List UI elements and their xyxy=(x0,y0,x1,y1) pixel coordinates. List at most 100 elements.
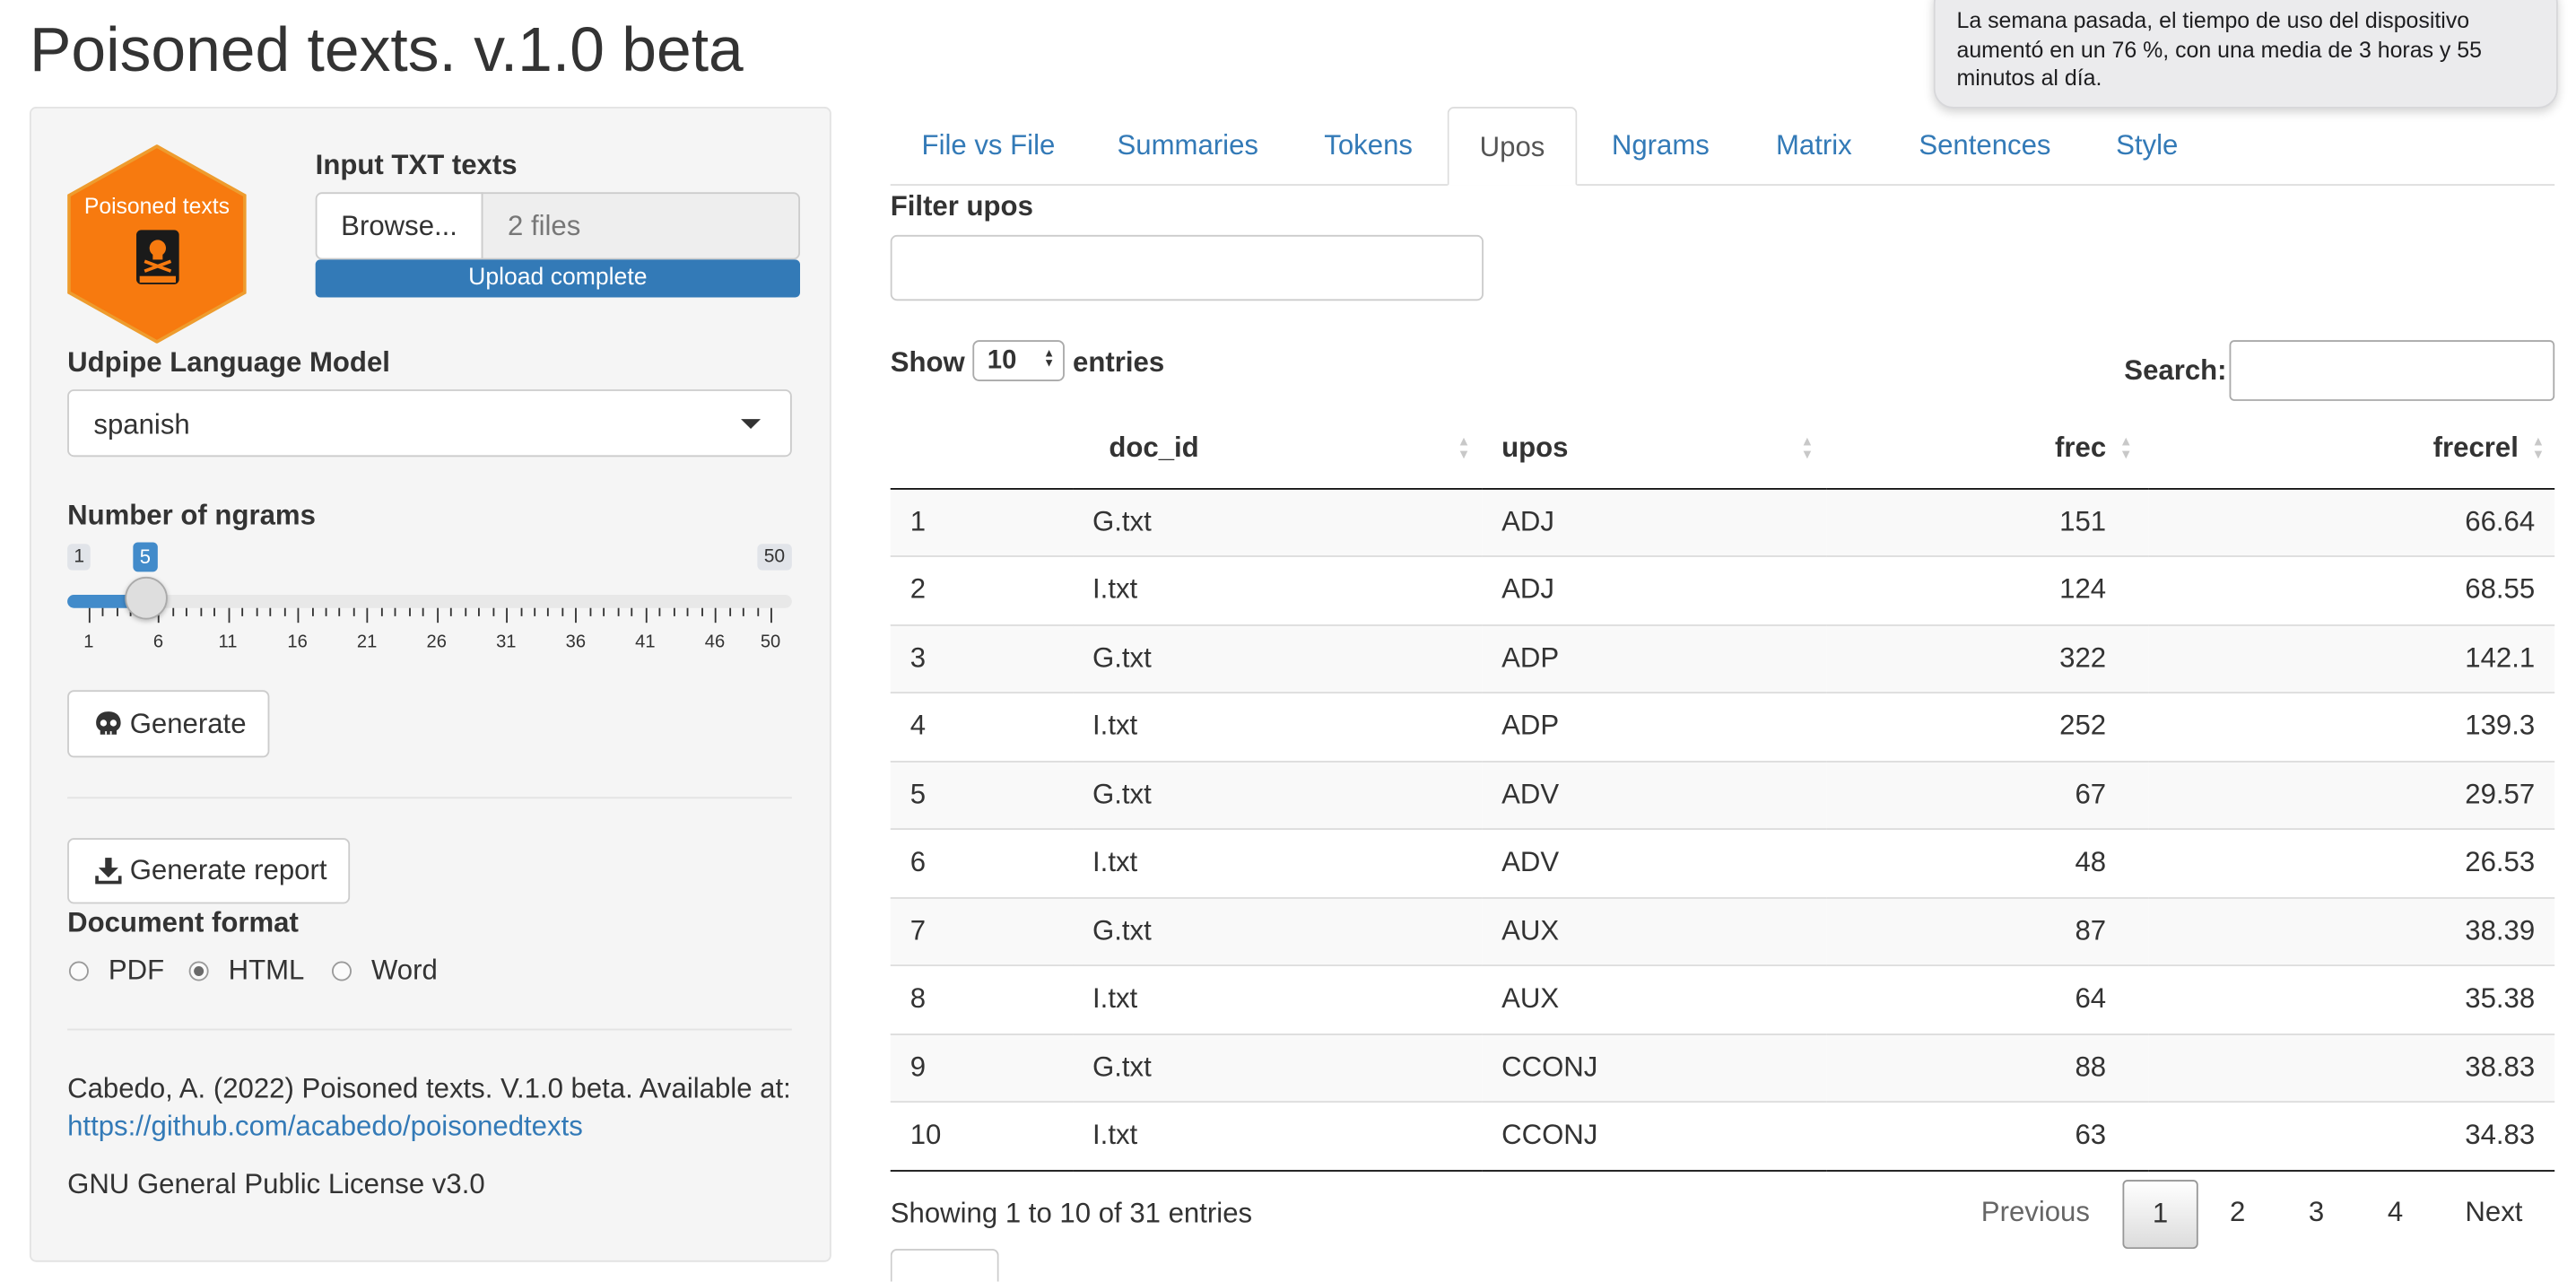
table-cell: 88 xyxy=(1826,1033,2149,1103)
sort-icon: ▲ ▼ xyxy=(2119,433,2133,462)
tab-ngrams[interactable]: Ngrams xyxy=(1612,107,1710,186)
slider-major-tick xyxy=(770,607,772,624)
table-header-row: doc_id ▲ ▼ upos ▲ ▼ frec ▲ ▼ frecrel ▲ ▼ xyxy=(890,410,2555,489)
skull-icon xyxy=(96,711,121,734)
ngram-slider-label: Number of ngrams xyxy=(67,499,316,531)
col-header-frec-label: frec xyxy=(2055,432,2107,464)
slider-minor-tick xyxy=(519,607,522,616)
slider-minor-tick xyxy=(213,607,216,616)
slider-minor-tick xyxy=(534,607,536,616)
slider-handle[interactable] xyxy=(125,576,168,620)
slider-minor-tick xyxy=(658,607,661,616)
format-radio-html[interactable] xyxy=(188,961,209,981)
slider-max-label: 50 xyxy=(757,544,792,571)
table-row[interactable]: 4 I.txt ADP 252 139.3 xyxy=(890,692,2555,762)
table-info: Showing 1 to 10 of 31 entries xyxy=(890,1198,1253,1230)
table-row[interactable]: 9 G.txt CCONJ 88 38.83 xyxy=(890,1033,2555,1103)
slider-track[interactable] xyxy=(67,595,792,608)
table-row[interactable]: 2 I.txt ADJ 124 68.55 xyxy=(890,555,2555,625)
entries-length-select[interactable]: 10 ▲ ▼ xyxy=(972,340,1065,381)
table-row[interactable]: 8 I.txt AUX 64 35.38 xyxy=(890,964,2555,1034)
pagination-page-2[interactable]: 2 xyxy=(2208,1180,2267,1249)
table-cell: I.txt xyxy=(1073,828,1483,898)
download-button-partial[interactable] xyxy=(890,1249,999,1282)
table-cell: 34.83 xyxy=(2148,1101,2555,1172)
format-radio-pdf[interactable] xyxy=(68,961,89,981)
table-cell: 151 xyxy=(1826,487,2149,557)
slider-tick-label: 46 xyxy=(704,632,726,653)
generate-report-label: Generate report xyxy=(129,854,327,886)
language-model-select[interactable]: spanish xyxy=(67,389,792,458)
github-link[interactable]: https://github.com/acabedo/poisonedtexts xyxy=(67,1111,583,1144)
slider-minor-tick xyxy=(742,607,744,616)
table-cell: 322 xyxy=(1826,624,2149,693)
format-option-word: Word xyxy=(370,955,438,986)
tab-sentences[interactable]: Sentences xyxy=(1919,107,2050,186)
table-row[interactable]: 6 I.txt ADV 48 26.53 xyxy=(890,828,2555,898)
slider-major-tick xyxy=(575,607,578,624)
tab-style[interactable]: Style xyxy=(2116,107,2178,186)
table-cell: 142.1 xyxy=(2148,624,2555,693)
col-header-doc-id[interactable]: doc_id ▲ ▼ xyxy=(1073,410,1483,489)
tab-tokens[interactable]: Tokens xyxy=(1324,107,1413,186)
file-name-field[interactable]: 2 files xyxy=(481,192,801,260)
notification-banner[interactable]: La semana pasada, el tiempo de uso del d… xyxy=(1933,0,2558,109)
table-row[interactable]: 1 G.txt ADJ 151 66.64 xyxy=(890,487,2555,557)
entries-length-value: 10 xyxy=(987,346,1017,375)
table-cell: 68.55 xyxy=(2148,555,2555,625)
table-cell: 2 xyxy=(890,555,1074,625)
pagination-previous[interactable]: Previous xyxy=(1965,1180,2107,1249)
tab-matrix[interactable]: Matrix xyxy=(1776,107,1852,186)
table-cell: AUX xyxy=(1482,964,1827,1034)
table-row[interactable]: 7 G.txt AUX 87 38.39 xyxy=(890,896,2555,966)
filter-upos-input[interactable] xyxy=(890,234,1484,301)
page-title: Poisoned texts. v.1.0 beta xyxy=(29,16,744,86)
generate-button[interactable]: Generate xyxy=(67,690,270,758)
table-row[interactable]: 5 G.txt ADV 67 29.57 xyxy=(890,760,2555,830)
divider xyxy=(67,797,792,799)
table-cell: G.txt xyxy=(1073,624,1483,693)
table-row[interactable]: 10 I.txt CCONJ 63 34.83 xyxy=(890,1101,2555,1172)
browse-button[interactable]: Browse... xyxy=(315,192,483,260)
divider xyxy=(67,1028,792,1031)
slider-major-tick xyxy=(645,607,648,624)
slider-minor-tick xyxy=(311,607,313,616)
slider-minor-tick xyxy=(380,607,383,616)
table-cell: 48 xyxy=(1826,828,2149,898)
slider-minor-tick xyxy=(241,607,244,616)
col-header-frec[interactable]: frec ▲ ▼ xyxy=(1826,410,2149,489)
slider-minor-tick xyxy=(269,607,272,616)
pagination-page-1[interactable]: 1 xyxy=(2122,1180,2198,1250)
generate-report-button[interactable]: Generate report xyxy=(67,838,351,904)
slider-minor-tick xyxy=(701,607,703,616)
pagination-next[interactable]: Next xyxy=(2448,1180,2540,1249)
table-search-input[interactable] xyxy=(2229,340,2555,401)
table-cell: 29.57 xyxy=(2148,760,2555,830)
slider-major-tick xyxy=(228,607,230,624)
col-header-frecrel[interactable]: frecrel ▲ ▼ xyxy=(2148,410,2555,489)
tab-file-vs-file[interactable]: File vs File xyxy=(922,107,1056,186)
col-header-upos[interactable]: upos ▲ ▼ xyxy=(1482,410,1827,489)
filter-upos-label: Filter upos xyxy=(890,190,1033,222)
slider-minor-tick xyxy=(186,607,188,616)
slider-major-tick xyxy=(714,607,717,624)
pagination-page-3[interactable]: 3 xyxy=(2287,1180,2346,1249)
slider-minor-tick xyxy=(561,607,564,616)
tab-summaries[interactable]: Summaries xyxy=(1118,107,1258,186)
slider-minor-tick xyxy=(352,607,355,616)
slider-tick-label: 6 xyxy=(152,632,164,653)
table-cell: 87 xyxy=(1826,896,2149,966)
table-body: 1 G.txt ADJ 151 66.64 2 I.txt ADJ 124 68.55 3 G.txt… xyxy=(890,487,2555,1172)
table-cell: ADV xyxy=(1482,760,1827,830)
table-cell: 63 xyxy=(1826,1101,2149,1172)
tab-upos[interactable]: Upos xyxy=(1447,107,1578,186)
logo-text: Poisoned texts xyxy=(84,195,230,219)
slider-minor-tick xyxy=(756,607,759,616)
pagination-page-4[interactable]: 4 xyxy=(2366,1180,2425,1249)
citation-text: Cabedo, A. (2022) Poisoned texts. V.1.0 … xyxy=(67,1073,791,1104)
col-header-index[interactable] xyxy=(890,410,1074,489)
table-cell: 67 xyxy=(1826,760,2149,830)
table-row[interactable]: 3 G.txt ADP 322 142.1 xyxy=(890,624,2555,693)
format-radio-word[interactable] xyxy=(331,961,352,981)
slider-minor-tick xyxy=(464,607,466,616)
